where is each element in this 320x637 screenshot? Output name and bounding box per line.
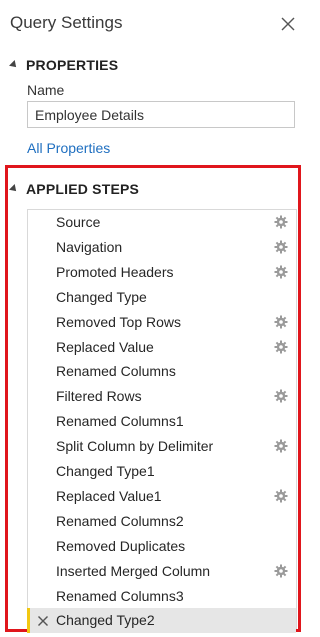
all-properties-link[interactable]: All Properties xyxy=(27,140,110,156)
close-icon[interactable] xyxy=(278,14,298,34)
applied-step-label: Changed Type2 xyxy=(56,612,155,629)
applied-step-label: Changed Type1 xyxy=(56,463,155,479)
applied-step[interactable]: Changed Type1 xyxy=(28,459,296,484)
applied-step-label: Removed Duplicates xyxy=(56,537,186,554)
query-name-input[interactable] xyxy=(27,101,295,128)
step-settings-gear-icon[interactable] xyxy=(274,564,288,578)
step-settings-gear-icon[interactable] xyxy=(274,439,288,453)
applied-step[interactable]: Renamed Columns3 xyxy=(28,584,296,609)
applied-step-label: Renamed Columns2 xyxy=(56,512,184,529)
applied-step[interactable]: Promoted Headers xyxy=(28,260,296,285)
applied-step-label: Split Column by Delimiter xyxy=(56,438,214,455)
applied-step[interactable]: Navigation xyxy=(28,235,296,260)
applied-step[interactable]: Removed Duplicates xyxy=(28,534,296,559)
name-label: Name xyxy=(27,82,65,98)
collapse-triangle-icon[interactable] xyxy=(9,60,19,70)
step-settings-gear-icon[interactable] xyxy=(274,489,288,503)
applied-step[interactable]: Inserted Merged Column xyxy=(28,559,296,584)
step-settings-gear-icon[interactable] xyxy=(274,315,288,329)
applied-step[interactable]: Changed Type xyxy=(28,285,296,310)
applied-step[interactable]: Split Column by Delimiter xyxy=(28,434,296,459)
applied-steps-heading: APPLIED STEPS xyxy=(26,181,140,197)
step-settings-gear-icon[interactable] xyxy=(274,240,288,254)
applied-step-label: Replaced Value xyxy=(56,338,154,355)
applied-step[interactable]: Filtered Rows xyxy=(28,384,296,409)
applied-step[interactable]: Renamed Columns xyxy=(28,359,296,384)
applied-step-label: Removed Top Rows xyxy=(56,313,182,330)
delete-step-icon[interactable] xyxy=(37,614,49,627)
applied-step-label: Inserted Merged Column xyxy=(56,562,211,579)
step-settings-gear-icon[interactable] xyxy=(274,340,288,354)
applied-step[interactable]: Replaced Value xyxy=(28,335,296,360)
applied-step-label: Replaced Value1 xyxy=(56,487,162,504)
properties-section-header[interactable]: PROPERTIES xyxy=(9,57,119,73)
applied-step-label: Renamed Columns xyxy=(56,363,176,380)
applied-step-label: Promoted Headers xyxy=(56,263,174,280)
applied-step-label: Renamed Columns3 xyxy=(56,587,184,604)
applied-step-label: Source xyxy=(56,214,101,230)
applied-step[interactable]: Replaced Value1 xyxy=(28,484,296,509)
step-settings-gear-icon[interactable] xyxy=(274,389,288,403)
applied-step-label: Navigation xyxy=(56,238,123,255)
applied-step[interactable]: Renamed Columns2 xyxy=(28,509,296,534)
applied-step[interactable]: Removed Top Rows xyxy=(28,310,296,335)
applied-step[interactable]: Source xyxy=(28,210,296,235)
applied-step[interactable]: Changed Type2 xyxy=(27,608,296,634)
panel-header: Query Settings xyxy=(0,0,308,48)
applied-steps-list: Source Navigation Promoted Headers Changed … xyxy=(27,209,297,634)
step-settings-gear-icon[interactable] xyxy=(274,265,288,279)
applied-step-label: Renamed Columns1 xyxy=(56,413,184,430)
applied-step-label: Filtered Rows xyxy=(56,388,142,405)
applied-steps-section-header[interactable]: APPLIED STEPS xyxy=(9,181,140,197)
collapse-triangle-icon[interactable] xyxy=(9,184,19,194)
applied-step-label: Changed Type xyxy=(56,288,147,305)
properties-heading: PROPERTIES xyxy=(26,57,119,73)
step-settings-gear-icon[interactable] xyxy=(274,215,288,229)
panel-title: Query Settings xyxy=(10,13,123,32)
applied-step[interactable]: Renamed Columns1 xyxy=(28,409,296,434)
